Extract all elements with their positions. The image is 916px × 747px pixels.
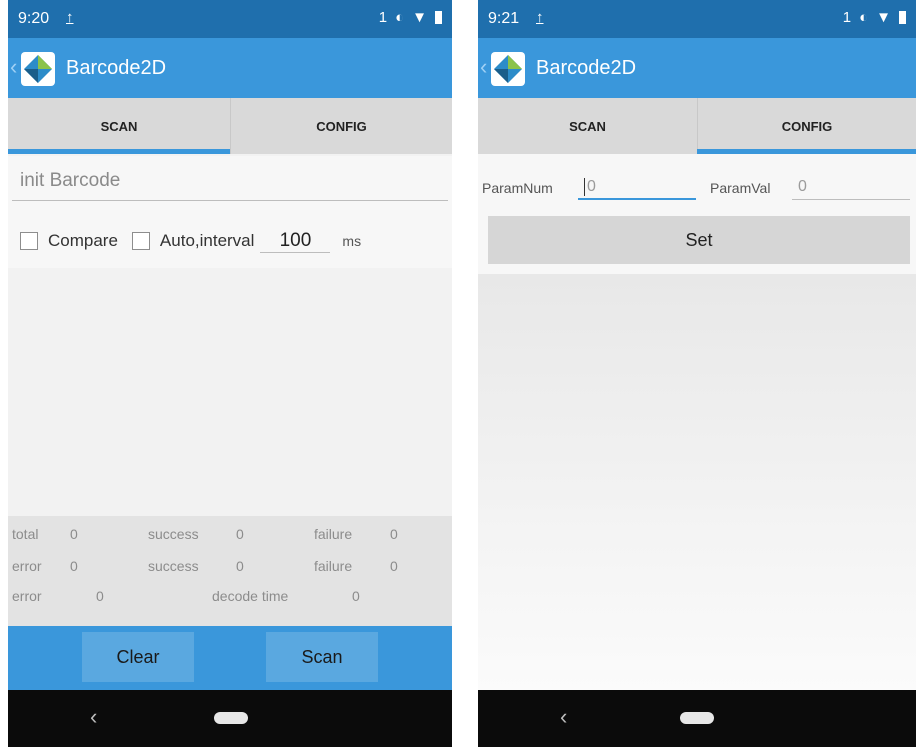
tab-config[interactable]: CONFIG [697,98,916,154]
stat-label: failure [314,558,353,574]
stats-panel: total 0 success 0 failure 0 error 0 succ… [8,516,452,626]
nav-back-icon[interactable]: ‹ [560,704,567,730]
param-num-input[interactable]: 0 [578,174,696,200]
auto-checkbox[interactable] [131,232,150,250]
param-val-label: ParamVal [710,180,771,196]
phone-right: 9:21 ↑ 1 ◐ ▼ ‹ Barcode2D SCAN CONFIG Par… [478,0,916,747]
app-bar: ‹ Barcode2D [8,38,452,98]
notification-count: 1 [842,9,852,26]
stat-label: success [148,526,199,542]
param-num-label: ParamNum [482,180,553,196]
status-bar: 9:20 ↑ 1 ◐ ▼ [8,0,452,38]
upload-icon: ↑ [66,9,74,26]
scan-panel: init Barcode Compare Auto,interval 100 m… [8,156,452,268]
status-time: 9:21 [488,10,520,27]
barcode-input[interactable]: init Barcode [12,162,448,201]
stat-value: 0 [236,526,244,542]
stat-value: 0 [352,588,360,604]
app-title: Barcode2D [66,57,167,79]
stat-value: 0 [70,558,78,574]
nav-back-icon[interactable]: ‹ [90,704,97,730]
param-val-value: 0 [798,178,807,195]
stat-value: 0 [390,558,398,574]
app-title: Barcode2D [536,57,637,79]
param-num-value: 0 [587,178,596,195]
battery-icon [899,11,906,24]
compare-checkbox[interactable] [20,232,38,250]
stat-label: failure [314,526,353,542]
scan-button[interactable]: Scan [266,632,378,682]
stat-label: error [12,558,42,574]
notification-count: 1 [378,9,388,26]
nav-bar: ‹ [8,690,452,747]
tab-scan[interactable]: SCAN [478,98,697,154]
config-empty-area [478,274,916,690]
stat-label: error [12,588,42,604]
wifi-icon: ▼ [876,9,891,26]
status-icons: 1 ◐ ▼ [379,9,442,26]
nav-bar: ‹ [478,690,916,747]
battery-icon [435,11,442,24]
stat-value: 0 [96,588,104,604]
status-time: 9:20 [18,10,50,27]
interval-input[interactable]: 100 [260,230,331,253]
status-icons: 1 ◐ ▼ [843,9,906,26]
button-bar: Clear Scan [8,626,452,690]
tab-bar: SCAN CONFIG [478,98,916,154]
auto-interval-label: Auto,interval [159,231,255,250]
vibrate-icon: ◐ [859,9,869,26]
stat-label: total [12,526,39,542]
back-caret-icon[interactable]: ‹ [480,54,487,80]
app-bar: ‹ Barcode2D [478,38,916,98]
nav-home-icon[interactable] [214,712,248,724]
tab-indicator [8,149,230,154]
tab-bar: SCAN CONFIG [8,98,452,154]
stat-label: decode time [212,588,289,604]
stat-label: success [148,558,199,574]
phone-left: 9:20 ↑ 1 ◐ ▼ ‹ Barcode2D SCAN CONFIG ini… [8,0,452,747]
back-caret-icon[interactable]: ‹ [10,54,17,80]
text-cursor [584,177,585,196]
interval-unit: ms [342,233,362,249]
compare-label: Compare [48,231,118,250]
set-button[interactable]: Set [488,216,910,264]
options-row: Compare Auto,interval 100 ms [20,226,361,256]
stat-value: 0 [70,526,78,542]
app-logo-icon [21,52,55,86]
app-logo-icon [491,52,525,86]
stat-value: 0 [236,558,244,574]
wifi-icon: ▼ [412,9,427,26]
status-bar: 9:21 ↑ 1 ◐ ▼ [478,0,916,38]
param-val-input[interactable]: 0 [792,174,910,200]
clear-button[interactable]: Clear [82,632,194,682]
stat-value: 0 [390,526,398,542]
tab-config[interactable]: CONFIG [230,98,452,154]
tab-scan[interactable]: SCAN [8,98,230,154]
vibrate-icon: ◐ [395,9,405,26]
nav-home-icon[interactable] [680,712,714,724]
upload-icon: ↑ [536,9,544,26]
